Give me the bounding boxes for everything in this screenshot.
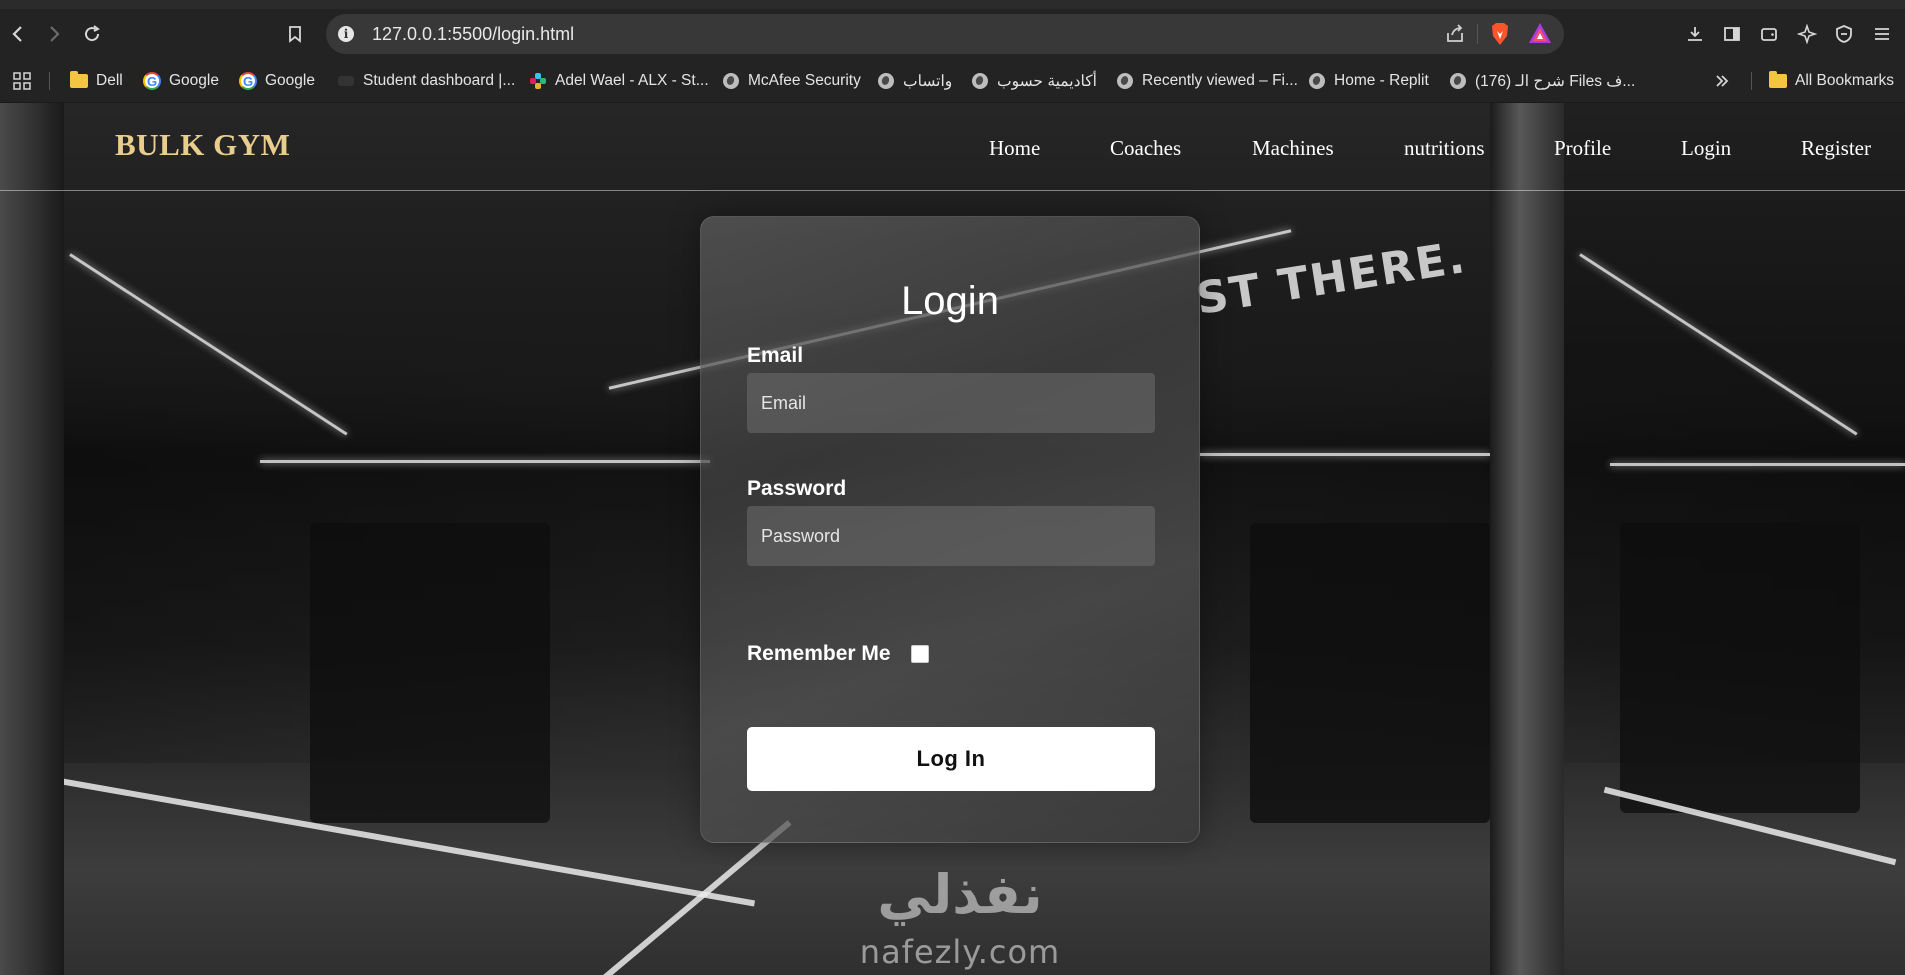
ceiling-light-strip	[260, 460, 710, 463]
bookmarks-divider-right	[1751, 72, 1752, 90]
login-title: Login	[901, 279, 999, 323]
browser-toolbar: i 127.0.0.1:5500/login.html	[0, 9, 1905, 59]
slack-icon	[529, 72, 547, 90]
floor-stripe	[1603, 786, 1897, 866]
site-logo[interactable]: BULK GYM	[115, 127, 290, 163]
nav-nutritions[interactable]: nutritions	[1404, 136, 1485, 161]
password-field[interactable]	[747, 506, 1155, 566]
reload-icon[interactable]	[76, 18, 108, 50]
page-viewport: ST THERE. BULK GYM Home Coaches Machines…	[0, 103, 1905, 975]
floor-stripe	[588, 820, 792, 975]
sidebar-toggle-icon[interactable]	[1716, 18, 1748, 50]
watermark-latin: nafezly.com	[859, 933, 1061, 971]
window-top-strip	[0, 0, 1905, 9]
back-icon[interactable]	[2, 18, 34, 50]
bookmark-alx[interactable]: Adel Wael - ALX - St...	[529, 69, 709, 93]
bookmark-mcafee[interactable]: McAfee Security	[722, 69, 861, 93]
brave-rewards-icon[interactable]	[1528, 22, 1552, 44]
gym-machine	[1620, 523, 1860, 813]
forward-icon[interactable]	[38, 18, 70, 50]
menu-icon[interactable]	[1866, 18, 1898, 50]
leo-ai-icon[interactable]	[1791, 18, 1823, 50]
gym-pillar	[1490, 103, 1564, 975]
ceiling-track-light	[1579, 253, 1858, 436]
globe-icon	[971, 72, 989, 90]
bookmark-google-2[interactable]: G Google	[239, 69, 315, 93]
brave-shields-icon[interactable]	[1489, 22, 1511, 46]
log-in-button[interactable]: Log In	[747, 727, 1155, 791]
apps-grid-icon[interactable]	[6, 65, 38, 97]
nav-register[interactable]: Register	[1801, 136, 1871, 161]
share-icon[interactable]	[1444, 23, 1466, 45]
vpn-shield-icon[interactable]	[1828, 18, 1860, 50]
email-label: Email	[747, 344, 804, 367]
bookmark-replit[interactable]: Home - Replit	[1308, 69, 1429, 93]
watermark: نفذلي nafezly.com	[845, 863, 1075, 975]
bookmark-whatsapp[interactable]: واتساب	[877, 69, 952, 93]
folder-icon	[70, 71, 88, 90]
folder-icon	[1769, 71, 1787, 90]
gym-machine	[1250, 523, 1490, 823]
nav-machines[interactable]: Machines	[1252, 136, 1334, 161]
login-card: Login Email Password Remember Me Log In	[700, 216, 1200, 843]
remember-me-checkbox[interactable]	[911, 645, 929, 663]
more-bookmarks-chevron-icon[interactable]	[1706, 65, 1738, 97]
bookmark-page-icon[interactable]	[279, 18, 311, 50]
downloads-icon[interactable]	[1679, 18, 1711, 50]
watermark-arabic: نفذلي	[877, 863, 1043, 926]
bookmark-files-explained[interactable]: (176) شرح الـ Files ف...	[1449, 69, 1635, 93]
site-info-icon[interactable]: i	[336, 24, 356, 44]
nav-login[interactable]: Login	[1681, 136, 1731, 161]
password-label: Password	[747, 477, 847, 500]
gym-machine	[310, 523, 550, 823]
nav-home[interactable]: Home	[989, 136, 1040, 161]
globe-icon	[877, 72, 895, 90]
google-icon: G	[239, 72, 257, 90]
globe-icon	[1449, 72, 1467, 90]
address-bar[interactable]: i 127.0.0.1:5500/login.html	[326, 14, 1564, 54]
wallet-icon[interactable]	[1753, 18, 1785, 50]
bookmark-student-dashboard[interactable]: Student dashboard |...	[337, 69, 515, 93]
globe-icon	[722, 72, 740, 90]
bookmark-dell[interactable]: Dell	[70, 69, 123, 93]
ceiling-track-light	[69, 253, 348, 436]
google-icon: G	[143, 72, 161, 90]
all-bookmarks-button[interactable]: All Bookmarks	[1769, 69, 1894, 93]
bookmark-google-1[interactable]: G Google	[143, 69, 219, 93]
ceiling-light-strip	[1200, 453, 1490, 456]
globe-icon	[1308, 72, 1326, 90]
gym-pillar	[0, 103, 64, 975]
nav-profile[interactable]: Profile	[1554, 136, 1611, 161]
ceiling-light-strip	[1610, 463, 1905, 466]
address-url[interactable]: 127.0.0.1:5500/login.html	[372, 24, 574, 45]
bookmarks-divider	[49, 72, 50, 90]
nav-coaches[interactable]: Coaches	[1110, 136, 1181, 161]
gym-wall-slogan: ST THERE.	[1192, 231, 1470, 326]
floor-stripe	[44, 775, 756, 907]
bookmarks-bar: Dell G Google G Google Student dashboard…	[0, 59, 1905, 103]
omnibox-divider	[1477, 24, 1478, 44]
bookmark-recently-viewed[interactable]: Recently viewed – Fi...	[1116, 69, 1298, 93]
remember-me-label: Remember Me	[747, 642, 891, 665]
site-navbar: BULK GYM Home Coaches Machines nutrition…	[0, 103, 1905, 191]
dashboard-icon	[337, 72, 355, 90]
bookmark-hsoub[interactable]: أكاديمية حسوب	[971, 69, 1097, 93]
email-field[interactable]	[747, 373, 1155, 433]
globe-icon	[1116, 72, 1134, 90]
